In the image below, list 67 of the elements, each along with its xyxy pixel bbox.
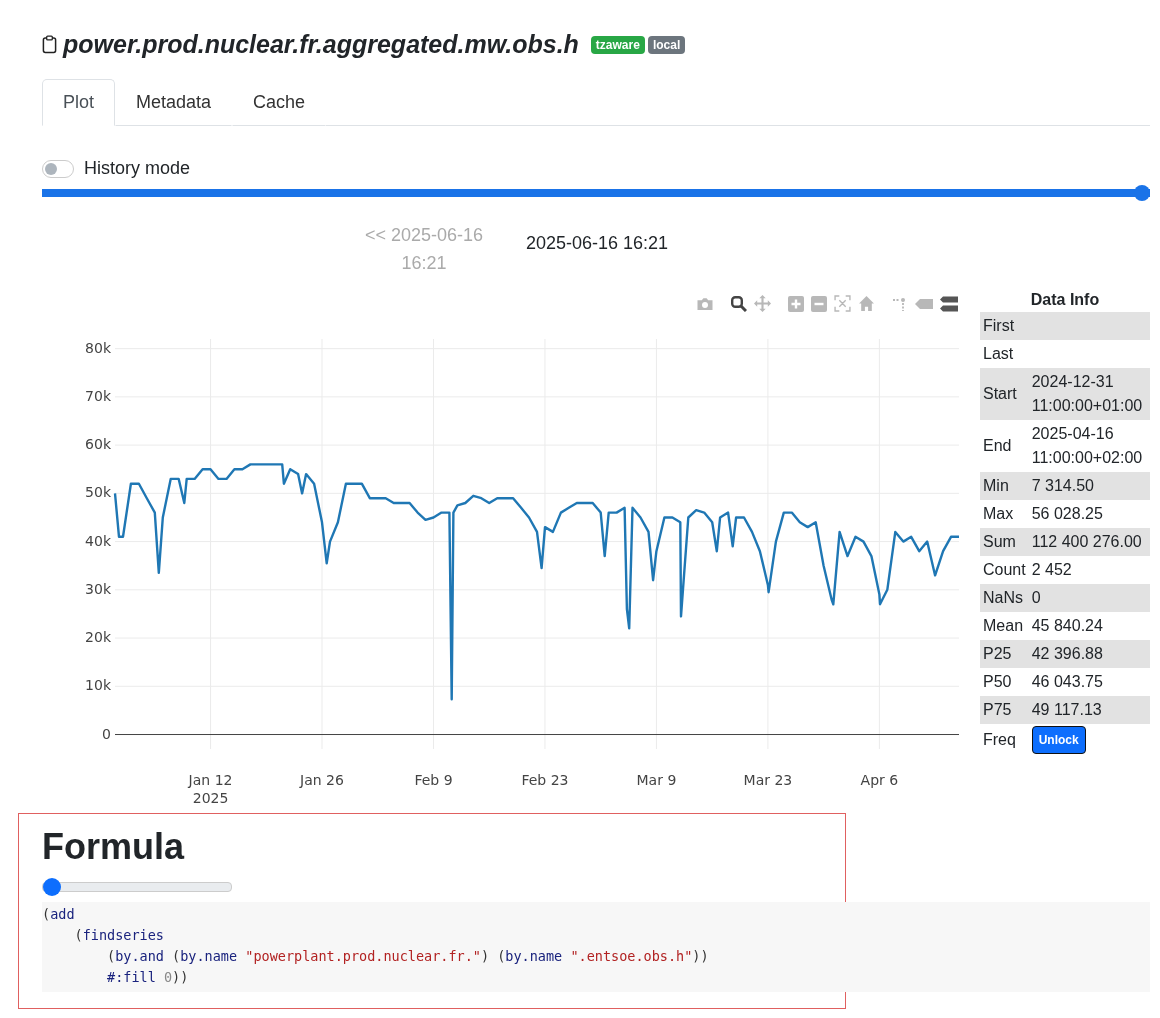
info-value: 45 840.24: [1031, 617, 1103, 634]
x-tick-label: Feb 9: [414, 772, 453, 788]
info-label: Last: [980, 340, 1029, 368]
info-label: Sum: [980, 528, 1029, 556]
info-label: P50: [980, 668, 1029, 696]
toggle-switch[interactable]: [42, 159, 74, 178]
info-label: End: [980, 420, 1029, 472]
y-tick-label: 70k: [85, 387, 111, 404]
info-value: 2024-12-31 11:00:00+01:00: [1031, 373, 1143, 414]
info-value: 0: [1031, 589, 1041, 606]
info-label: P25: [980, 640, 1029, 668]
x-tick-label: Jan 12 2025: [188, 772, 233, 806]
info-label: Min: [980, 472, 1029, 500]
info-value: 56 028.25: [1031, 505, 1103, 522]
tag-icon[interactable]: [915, 297, 933, 310]
y-tick-label: 60k: [85, 436, 111, 453]
info-label: Mean: [980, 612, 1029, 640]
version-slider-thumb[interactable]: [1134, 185, 1150, 201]
data-info-title: Data Info: [1029, 290, 1101, 310]
info-label: Start: [980, 368, 1029, 420]
info-value: 2025-04-16 11:00:00+02:00: [1031, 425, 1143, 466]
info-value: 46 043.75: [1031, 673, 1103, 690]
autoscale-icon[interactable]: [834, 295, 851, 312]
home-icon[interactable]: [858, 295, 875, 312]
series-title: power.prod.nuclear.fr.aggregated.mw.obs.h: [63, 30, 579, 59]
x-tick-label: Feb 23: [521, 772, 569, 788]
info-value: 2 452: [1031, 561, 1072, 578]
info-label: Freq: [980, 724, 1029, 756]
info-value: 7 314.50: [1031, 477, 1094, 494]
spike-lines-icon[interactable]: [892, 295, 908, 312]
current-version-date: 2025-06-16 16:21: [526, 232, 669, 255]
info-label: Count: [980, 556, 1029, 584]
y-tick-label: 40k: [85, 532, 111, 549]
info-label: P75: [980, 696, 1029, 724]
y-tick-label: 30k: [85, 580, 111, 597]
badge: tzaware: [590, 35, 645, 54]
tab[interactable]: Cache: [232, 79, 327, 126]
info-label: First: [980, 312, 1029, 340]
badge: local: [647, 35, 686, 54]
tab[interactable]: Metadata: [115, 79, 233, 126]
info-value: 49 117.13: [1031, 701, 1102, 718]
tags-icon[interactable]: [940, 295, 958, 312]
formula-code: (add (findseries (by.and (by.name "powerplant.prod.nuclear.fr.") (by.name ".entsoe.obs.h")) #:fill 0)): [42, 902, 1150, 992]
formula-heading: Formula: [42, 826, 186, 868]
zoom-icon[interactable]: [731, 295, 747, 312]
x-tick-label: Mar 23: [743, 772, 793, 788]
y-tick-label: 50k: [85, 484, 111, 501]
x-tick-label: Apr 6: [860, 772, 899, 788]
info-value: 42 396.88: [1031, 645, 1103, 662]
y-tick-label: 0: [102, 725, 111, 742]
tab[interactable]: Plot: [42, 79, 116, 126]
formula-slider-thumb[interactable]: [43, 878, 61, 896]
info-label: NaNs: [980, 584, 1029, 612]
y-tick-label: 20k: [85, 629, 111, 646]
toggle-label: History mode: [84, 158, 191, 179]
pan-icon[interactable]: [754, 295, 771, 312]
x-tick-label: Mar 9: [636, 772, 677, 788]
info-label: Max: [980, 500, 1029, 528]
y-tick-label: 10k: [85, 677, 111, 694]
info-value: 112 400 276.00: [1031, 533, 1142, 550]
x-tick-label: Jan 26: [300, 772, 344, 788]
unlock-button[interactable]: Unlock: [1031, 726, 1086, 754]
zoom-out-icon[interactable]: [811, 295, 827, 312]
camera-icon[interactable]: [696, 296, 714, 311]
clipboard-icon: [42, 35, 57, 54]
y-tick-label: 80k: [85, 339, 111, 356]
zoom-in-icon[interactable]: [788, 295, 804, 312]
